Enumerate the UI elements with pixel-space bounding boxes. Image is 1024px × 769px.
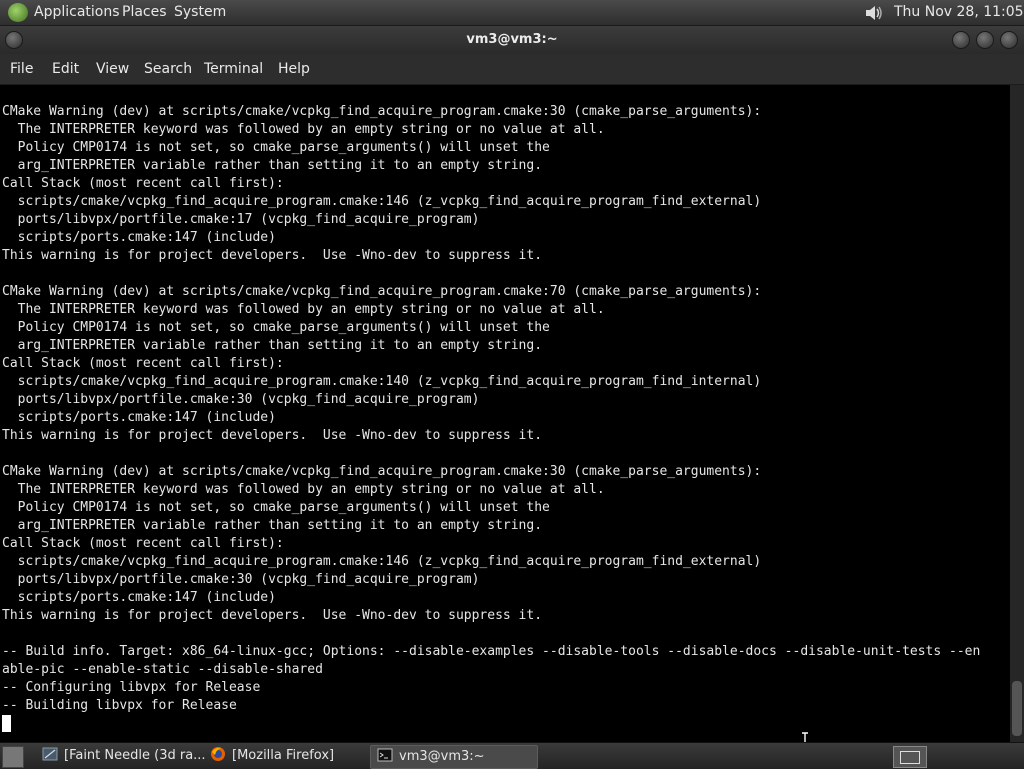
taskbar: [Faint Needle (3d ra... [Mozilla Firefox… [0, 742, 1024, 769]
terminal-line: scripts/ports.cmake:147 (include) [2, 410, 276, 425]
workspace-switcher[interactable] [893, 746, 927, 768]
system-menu[interactable]: System [174, 4, 226, 20]
maximize-button[interactable] [976, 31, 994, 49]
workspace-thumbnail [900, 751, 920, 764]
terminal-line: CMake Warning (dev) at scripts/cmake/vcp… [2, 104, 762, 119]
terminal-scrollbar[interactable] [1010, 85, 1024, 742]
task-faint-needle[interactable]: [Faint Needle (3d ra... [36, 745, 206, 767]
task-label: [Faint Needle (3d ra... [64, 748, 206, 763]
scrollbar-thumb[interactable] [1012, 681, 1022, 736]
menu-terminal[interactable]: Terminal [204, 61, 263, 77]
top-panel: Applications Places System Thu Nov 28, 1… [0, 0, 1024, 26]
terminal-line: This warning is for project developers. … [2, 608, 543, 623]
terminal-line: -- Build info. Target: x86_64-linux-gcc;… [2, 644, 981, 659]
terminal-line: CMake Warning (dev) at scripts/cmake/vcp… [2, 464, 762, 479]
menubar: File Edit View Search Terminal Help [0, 54, 1024, 85]
app-icon [42, 747, 58, 761]
terminal-line: CMake Warning (dev) at scripts/cmake/vcp… [2, 284, 762, 299]
menu-edit[interactable]: Edit [52, 61, 79, 77]
terminal-output[interactable]: CMake Warning (dev) at scripts/cmake/vcp… [0, 85, 1010, 742]
terminal-line: The INTERPRETER keyword was followed by … [2, 482, 605, 497]
task-label: [Mozilla Firefox] [232, 748, 335, 763]
terminal-line: -- Building libvpx for Release [2, 698, 237, 713]
window-title: vm3@vm3:~ [466, 32, 558, 47]
terminal-line: Policy CMP0174 is not set, so cmake_pars… [2, 140, 550, 155]
task-firefox[interactable]: [Mozilla Firefox] [204, 745, 370, 767]
firefox-icon [211, 747, 225, 761]
volume-icon[interactable] [864, 3, 884, 23]
places-menu[interactable]: Places [122, 4, 167, 20]
terminal-line: arg_INTERPRETER variable rather than set… [2, 158, 543, 173]
terminal-line: arg_INTERPRETER variable rather than set… [2, 518, 543, 533]
clock[interactable]: Thu Nov 28, 11:05 PM [894, 4, 1024, 20]
terminal-icon [377, 748, 393, 762]
terminal-line: ports/libvpx/portfile.cmake:30 (vcpkg_fi… [2, 392, 480, 407]
terminal-line: scripts/cmake/vcpkg_find_acquire_program… [2, 194, 762, 209]
terminal-line: scripts/cmake/vcpkg_find_acquire_program… [2, 374, 762, 389]
terminal-line: ports/libvpx/portfile.cmake:30 (vcpkg_fi… [2, 572, 480, 587]
terminal-line: This warning is for project developers. … [2, 248, 543, 263]
task-terminal[interactable]: vm3@vm3:~ [370, 745, 538, 769]
terminal-line: scripts/cmake/vcpkg_find_acquire_program… [2, 554, 762, 569]
close-button[interactable] [1000, 31, 1018, 49]
terminal-line: ports/libvpx/portfile.cmake:17 (vcpkg_fi… [2, 212, 480, 227]
terminal-line: Call Stack (most recent call first): [2, 356, 284, 371]
terminal-line: The INTERPRETER keyword was followed by … [2, 122, 605, 137]
minimize-button[interactable] [952, 31, 970, 49]
terminal-line: Policy CMP0174 is not set, so cmake_pars… [2, 320, 550, 335]
terminal-line: The INTERPRETER keyword was followed by … [2, 302, 605, 317]
terminal-line: This warning is for project developers. … [2, 428, 543, 443]
terminal-cursor [2, 715, 11, 732]
terminal-line: Policy CMP0174 is not set, so cmake_pars… [2, 500, 550, 515]
task-label: vm3@vm3:~ [399, 749, 485, 764]
terminal-line: -- Configuring libvpx for Release [2, 680, 261, 695]
menu-help[interactable]: Help [278, 61, 310, 77]
terminal-line: scripts/ports.cmake:147 (include) [2, 590, 276, 605]
menu-search[interactable]: Search [144, 61, 192, 77]
applications-menu[interactable]: Applications [34, 4, 120, 20]
terminal-text: CMake Warning (dev) at scripts/cmake/vcp… [2, 103, 980, 715]
distro-logo-icon[interactable] [8, 3, 28, 22]
terminal-line: able-pic --enable-static --disable-share… [2, 662, 323, 677]
window-titlebar[interactable]: vm3@vm3:~ [0, 26, 1024, 54]
terminal-line: Call Stack (most recent call first): [2, 176, 284, 191]
show-desktop-icon[interactable] [2, 746, 24, 768]
menu-file[interactable]: File [10, 61, 33, 77]
terminal-line: Call Stack (most recent call first): [2, 536, 284, 551]
menu-view[interactable]: View [96, 61, 129, 77]
terminal-line: arg_INTERPRETER variable rather than set… [2, 338, 543, 353]
terminal-line: scripts/ports.cmake:147 (include) [2, 230, 276, 245]
